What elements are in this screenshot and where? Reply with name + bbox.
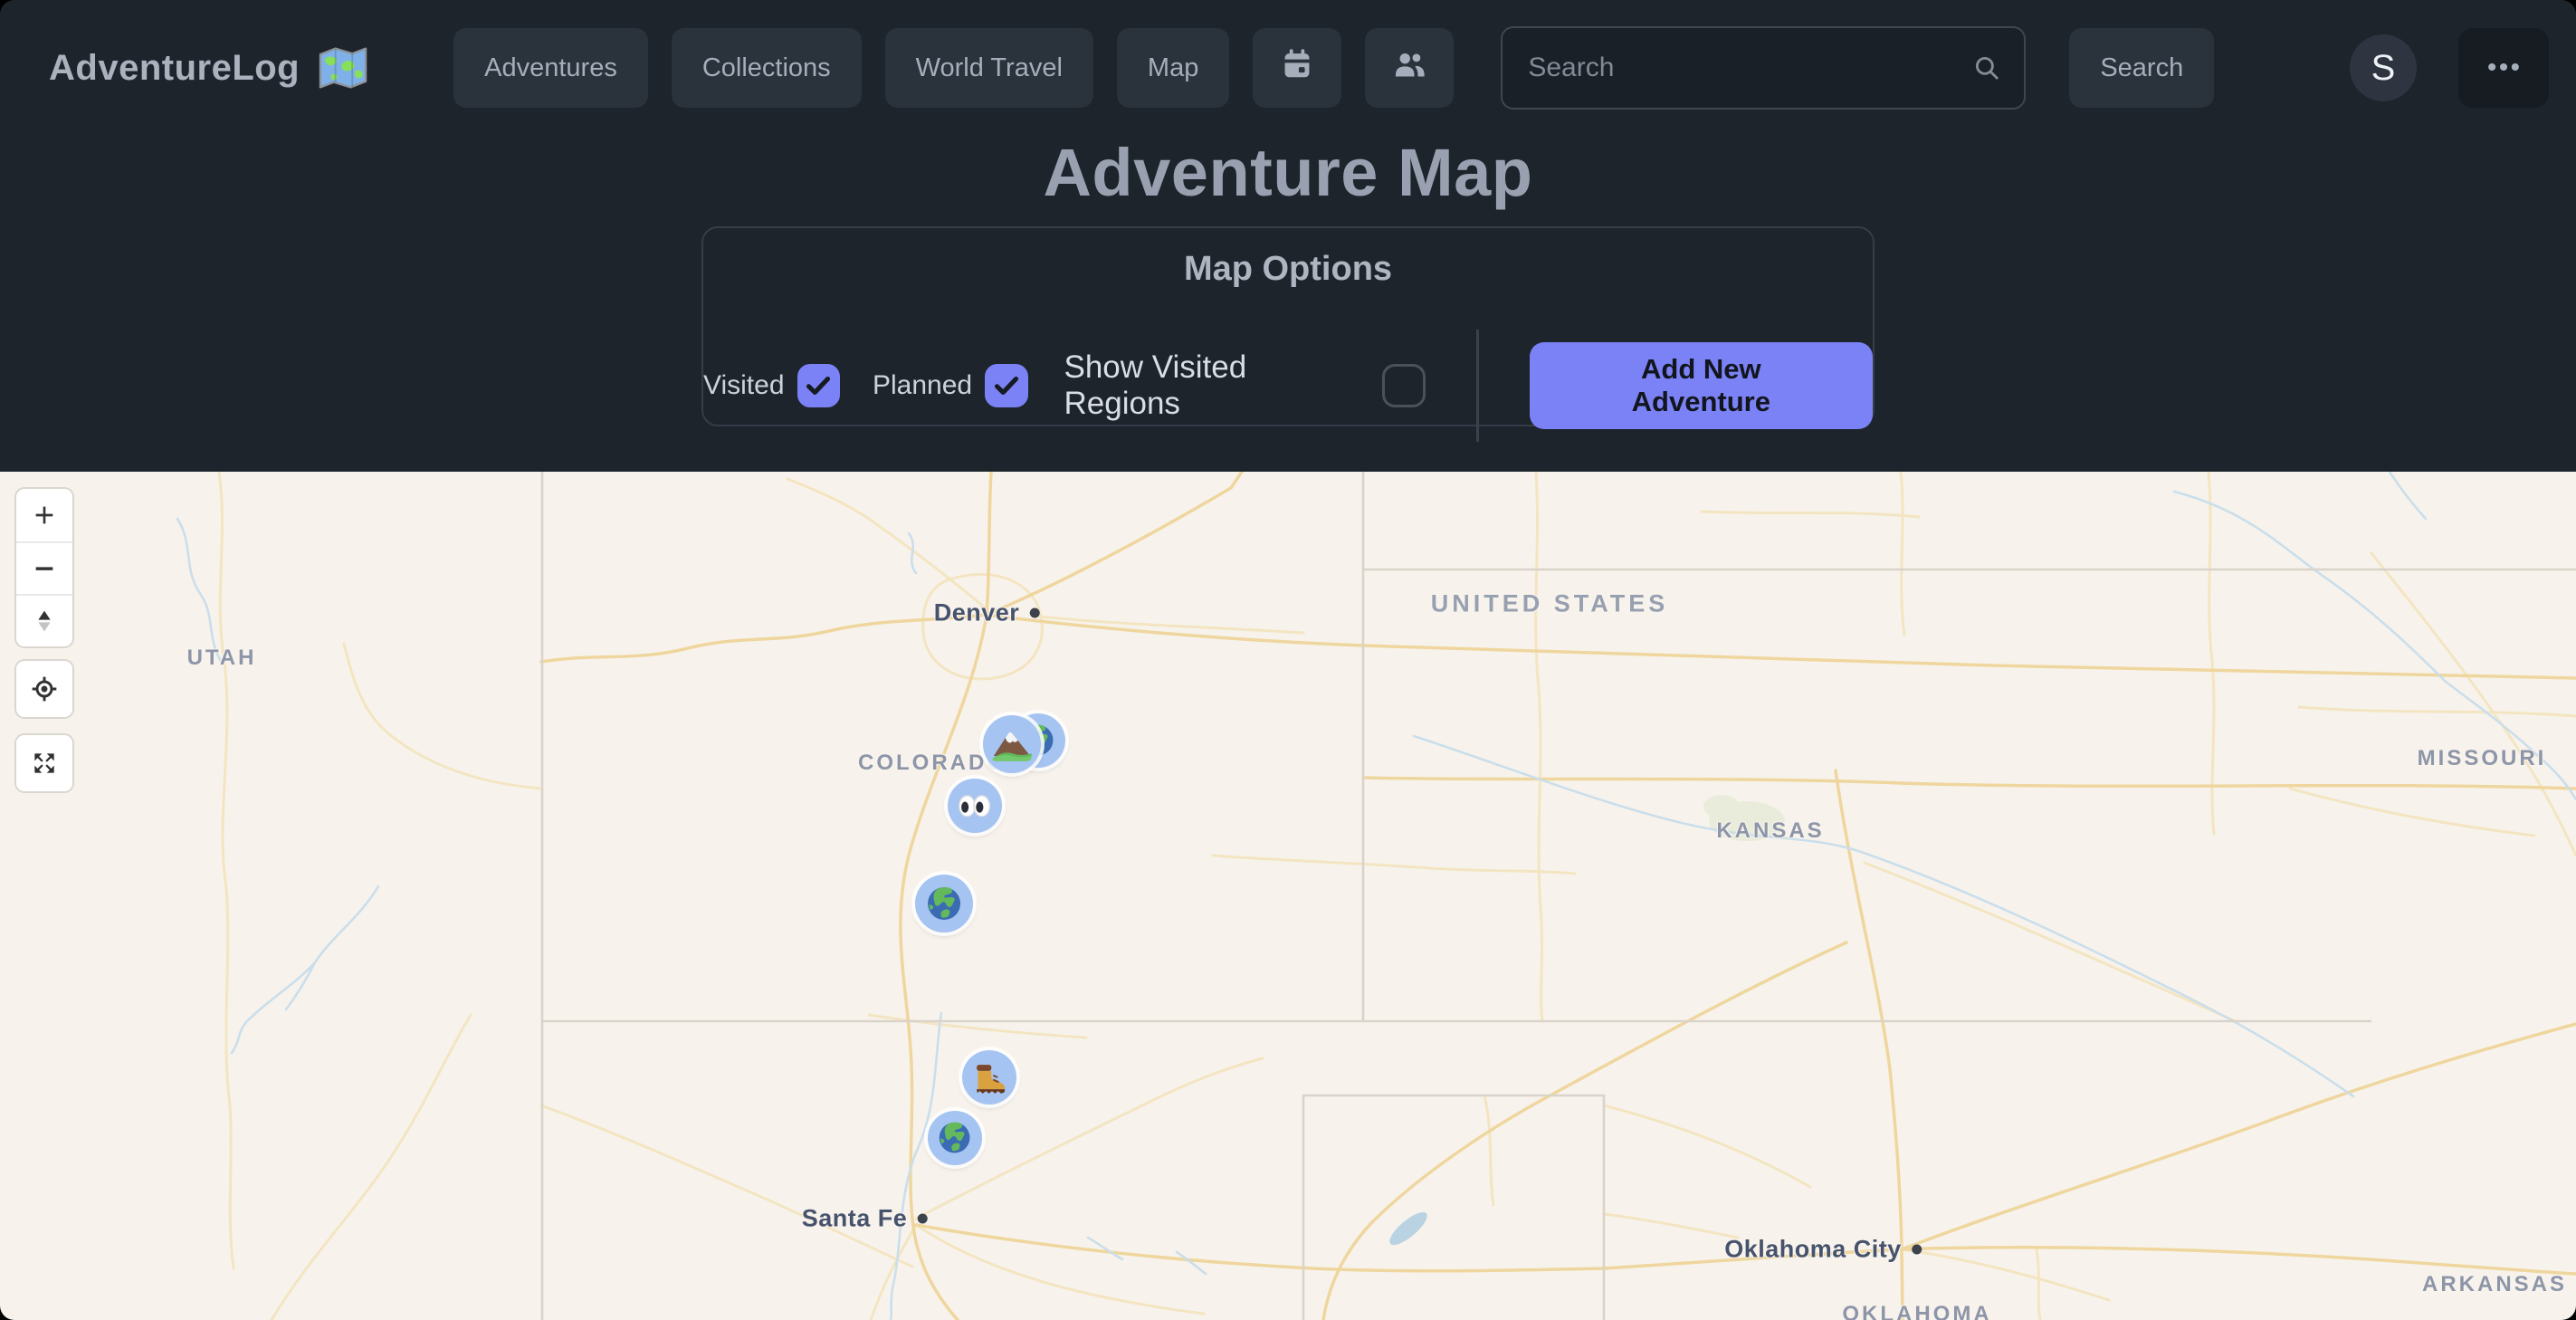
map-label-arkansas: ARKANSAS — [2422, 1272, 2567, 1297]
add-new-adventure-button[interactable]: Add New Adventure — [1530, 342, 1873, 429]
nav-world-travel[interactable]: World Travel — [885, 28, 1093, 108]
map-marker-mountain[interactable] — [983, 715, 1041, 773]
check-icon — [990, 369, 1023, 402]
adventurelog-app: AdventureLog Adventures Collections Worl… — [0, 0, 2576, 1320]
map-marker-globe[interactable] — [915, 875, 973, 933]
logo-text: AdventureLog — [49, 48, 300, 89]
map-label-denver: Denver — [934, 599, 1040, 627]
planned-label: Planned — [873, 370, 972, 401]
map-base-layer — [0, 472, 2576, 1320]
avatar[interactable]: S — [2350, 34, 2417, 101]
city-dot — [917, 1214, 927, 1224]
zoom-out-button[interactable] — [16, 541, 72, 594]
minus-icon — [30, 554, 59, 583]
map-label-kansas: KANSAS — [1716, 818, 1824, 844]
search-input[interactable] — [1501, 26, 2026, 110]
visited-label: Visited — [703, 370, 785, 401]
map-logo-icon — [316, 44, 370, 91]
nav-collections[interactable]: Collections — [672, 28, 862, 108]
nav-group: Adventures Collections World Travel Map … — [453, 26, 2214, 110]
users-button[interactable] — [1365, 28, 1454, 108]
map-marker-globe[interactable] — [928, 1111, 982, 1165]
planned-checkbox[interactable] — [985, 364, 1028, 407]
plus-icon — [30, 501, 59, 530]
show-visited-regions-label: Show Visited Regions — [1064, 349, 1369, 422]
map-options-title: Map Options — [703, 250, 1873, 289]
navbar: AdventureLog Adventures Collections Worl… — [0, 0, 2576, 136]
city-dot — [1029, 608, 1039, 618]
nav-map[interactable]: Map — [1117, 28, 1229, 108]
geolocate-button[interactable] — [16, 661, 72, 717]
adventure-map[interactable]: UTAHCOLORADOKANSASMISSOURIOKLAHOMAARKANS… — [0, 472, 2576, 1320]
check-icon — [802, 369, 835, 402]
fullscreen-icon — [30, 749, 59, 778]
ellipsis-icon — [2484, 47, 2524, 90]
tilt-icon — [30, 607, 59, 636]
map-label-utah: UTAH — [187, 646, 257, 671]
fullscreen-button[interactable] — [16, 735, 72, 791]
users-icon — [1392, 47, 1426, 89]
logo[interactable]: AdventureLog — [49, 44, 370, 91]
geolocate-control-group — [16, 661, 72, 717]
map-label-united-states: UNITED STATES — [1431, 590, 1669, 618]
map-marker-eyes[interactable] — [948, 779, 1002, 833]
tilt-button[interactable] — [16, 594, 72, 646]
calendar-icon — [1280, 47, 1314, 89]
calendar-button[interactable] — [1253, 28, 1341, 108]
map-label-oklahoma-city: Oklahoma City — [1724, 1236, 1922, 1264]
map-label-santa-fe: Santa Fe — [802, 1205, 928, 1233]
geolocate-icon — [30, 674, 59, 703]
visited-checkbox[interactable] — [797, 364, 841, 407]
overflow-menu-button[interactable] — [2458, 28, 2549, 108]
map-label-missouri: MISSOURI — [2418, 746, 2547, 771]
divider — [1476, 330, 1479, 442]
zoom-in-button[interactable] — [16, 489, 72, 541]
page-title: Adventure Map — [0, 134, 2576, 211]
search-wrap — [1501, 26, 2026, 110]
search-button[interactable]: Search — [2069, 28, 2214, 108]
zoom-control-group — [16, 489, 72, 646]
map-label-oklahoma: OKLAHOMA — [1842, 1302, 1991, 1320]
map-marker-boot[interactable] — [962, 1050, 1016, 1105]
city-dot — [1912, 1245, 1922, 1255]
nav-adventures[interactable]: Adventures — [453, 28, 648, 108]
map-options-card: Map Options Visited Planned Show Visited… — [701, 226, 1875, 426]
show-visited-regions-checkbox[interactable] — [1382, 364, 1426, 407]
fullscreen-control-group — [16, 735, 72, 791]
map-options-row: Visited Planned Show Visited Regions Add… — [703, 330, 1873, 442]
